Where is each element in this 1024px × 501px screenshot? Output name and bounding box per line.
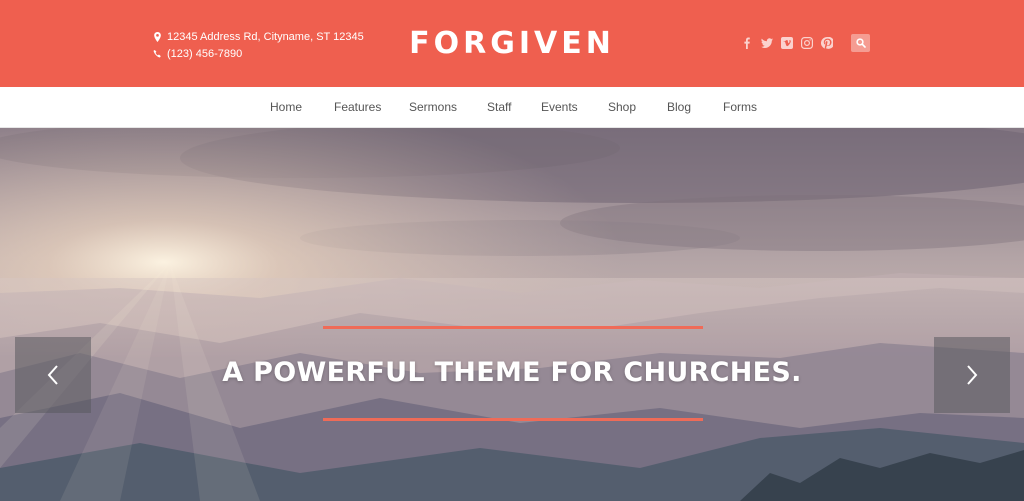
chevron-right-icon bbox=[967, 365, 978, 385]
hero-top-divider bbox=[323, 326, 703, 329]
hero-bottom-divider bbox=[323, 418, 703, 421]
slider-prev-button[interactable] bbox=[15, 337, 91, 413]
twitter-icon[interactable] bbox=[760, 36, 773, 49]
instagram-icon[interactable] bbox=[800, 36, 813, 49]
pinterest-icon[interactable] bbox=[820, 36, 833, 49]
nav-item-forms[interactable]: Forms bbox=[723, 100, 757, 114]
nav-item-blog[interactable]: Blog bbox=[667, 100, 691, 114]
chevron-left-icon bbox=[47, 365, 58, 385]
hero-slider: A POWERFUL THEME FOR CHURCHES. bbox=[0, 128, 1024, 501]
site-logo[interactable]: FORGIVEN bbox=[0, 26, 1024, 61]
social-links bbox=[740, 36, 840, 49]
facebook-icon[interactable] bbox=[740, 36, 753, 49]
search-button[interactable] bbox=[851, 34, 870, 52]
vimeo-icon[interactable] bbox=[780, 36, 793, 49]
nav-item-staff[interactable]: Staff bbox=[487, 100, 511, 114]
nav-item-shop[interactable]: Shop bbox=[608, 100, 636, 114]
nav-item-features[interactable]: Features bbox=[334, 100, 381, 114]
hero-title: A POWERFUL THEME FOR CHURCHES. bbox=[222, 357, 802, 388]
hero-background-image bbox=[0, 128, 1024, 501]
search-icon bbox=[855, 38, 866, 48]
nav-item-events[interactable]: Events bbox=[541, 100, 578, 114]
top-header: 12345 Address Rd, Cityname, ST 12345 (12… bbox=[0, 0, 1024, 87]
nav-item-home[interactable]: Home bbox=[270, 100, 302, 114]
slider-next-button[interactable] bbox=[934, 337, 1010, 413]
main-nav: Home Features Sermons Staff Events Shop … bbox=[0, 87, 1024, 128]
nav-item-sermons[interactable]: Sermons bbox=[409, 100, 457, 114]
